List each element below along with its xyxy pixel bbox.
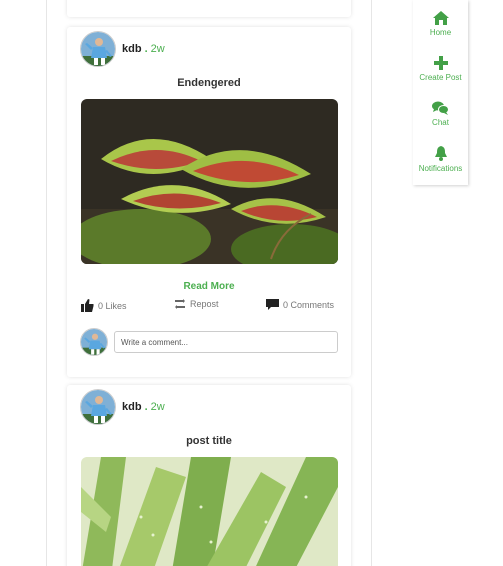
bell-icon — [434, 146, 447, 161]
post-actions: 0 Likes Repost 0 Comments — [81, 299, 338, 315]
post-image-venus-flytrap[interactable] — [81, 99, 338, 264]
comment-row — [80, 327, 338, 357]
like-button[interactable]: 0 Likes — [81, 299, 127, 312]
post-card: kdb . 2w post title — [67, 385, 351, 566]
nav-notifications[interactable]: Notifications — [413, 146, 468, 173]
post-title: post title — [186, 435, 232, 447]
repost-button[interactable]: Repost — [174, 299, 219, 309]
post-time: 2w — [150, 43, 165, 55]
read-more-link[interactable]: Read More — [67, 281, 351, 292]
page: kdb . 2w Endengered Read More 0 Likes Re… — [0, 0, 503, 566]
previous-post-card — [67, 0, 351, 17]
avatar[interactable] — [80, 389, 116, 425]
post-image-aloe[interactable] — [81, 457, 338, 566]
nav-create-post-label: Create Post — [419, 73, 462, 82]
repost-label: Repost — [190, 299, 219, 309]
post-time: 2w — [150, 401, 165, 413]
nav-chat[interactable]: Chat — [413, 101, 468, 127]
chat-icon — [432, 101, 449, 115]
likes-count: 0 Likes — [98, 300, 127, 311]
comments-button[interactable]: 0 Comments — [266, 299, 334, 311]
avatar[interactable] — [80, 31, 116, 67]
author-name[interactable]: kdb — [122, 401, 142, 413]
home-icon — [432, 11, 449, 25]
repost-icon — [175, 299, 185, 309]
nav-chat-label: Chat — [432, 118, 449, 127]
post-title: Endengered — [177, 77, 241, 89]
plus-icon — [433, 56, 448, 70]
commenter-avatar[interactable] — [80, 328, 108, 356]
nav-create-post[interactable]: Create Post — [413, 56, 468, 82]
nav-notifications-label: Notifications — [418, 164, 463, 173]
author-name[interactable]: kdb — [122, 43, 142, 55]
comment-input[interactable] — [114, 331, 338, 353]
side-navigation: Home Create Post Chat Notifications — [413, 0, 468, 185]
separator-dot: . — [144, 43, 148, 55]
nav-home[interactable]: Home — [413, 11, 468, 37]
comments-count: 0 Comments — [283, 300, 335, 310]
post-card: kdb . 2w Endengered Read More 0 Likes Re… — [67, 27, 351, 377]
thumbs-up-icon — [81, 299, 94, 312]
post-author[interactable]: kdb . 2w — [80, 31, 165, 67]
separator-dot: . — [144, 401, 148, 413]
nav-home-label: Home — [429, 28, 452, 37]
comment-icon — [266, 299, 279, 310]
post-author[interactable]: kdb . 2w — [80, 389, 165, 425]
